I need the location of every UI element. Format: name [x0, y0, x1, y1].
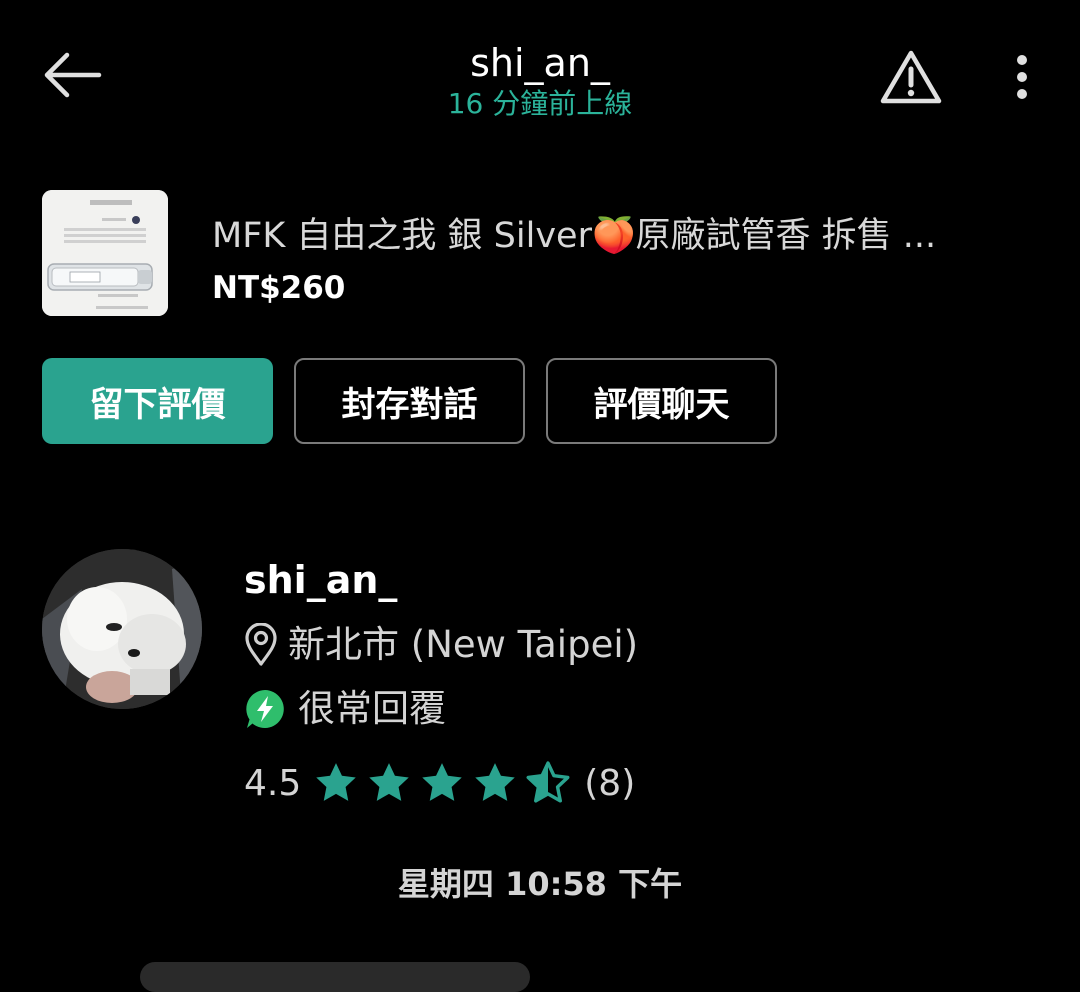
- more-options-button[interactable]: [996, 44, 1048, 110]
- report-button[interactable]: [874, 44, 948, 110]
- leave-review-button[interactable]: 留下評價: [42, 358, 273, 444]
- location-pin-icon: [245, 623, 277, 666]
- lightning-badge-icon: [246, 690, 284, 728]
- rating-value: 4.5: [244, 762, 302, 804]
- listing-title: MFK 自由之我 銀 Silver🍑原廠試管香 拆售 ...: [212, 216, 937, 256]
- listing-card[interactable]: MFK 自由之我 銀 Silver🍑原廠試管香 拆售 ... NT$260: [42, 190, 1052, 318]
- chat-header-title-block: shi_an_ 16 分鐘前上線: [240, 40, 840, 122]
- star-full-icon: [422, 763, 463, 801]
- location-text: 新北市 (New Taipei): [288, 623, 639, 666]
- back-arrow-icon: [44, 52, 102, 98]
- top-bar: shi_an_ 16 分鐘前上線: [0, 0, 1080, 150]
- star-full-icon: [369, 763, 410, 801]
- perfume-sample-image: [42, 190, 168, 316]
- message-date-divider: 星期四 10:58 下午: [397, 865, 683, 903]
- archive-chat-button[interactable]: 封存對話: [294, 358, 525, 444]
- rating-count: (8): [584, 762, 636, 804]
- listing-thumbnail: [42, 190, 168, 316]
- star-full-icon: [475, 763, 516, 801]
- star-half-icon: [526, 761, 570, 803]
- listing-price: NT$260: [212, 270, 346, 306]
- review-chat-button[interactable]: 評價聊天: [546, 358, 777, 444]
- more-vertical-icon: [1017, 55, 1027, 99]
- response-rate-text: 很常回覆: [298, 687, 446, 730]
- seller-name[interactable]: shi_an_: [244, 556, 397, 604]
- response-rate-row: 很常回覆: [244, 684, 446, 734]
- rating-row[interactable]: 4.5 (8): [244, 758, 635, 808]
- warning-icon: [880, 50, 942, 104]
- seller-avatar[interactable]: [42, 549, 202, 709]
- rating-stars: [313, 760, 578, 806]
- chat-title: shi_an_: [470, 41, 610, 85]
- location-row: 新北市 (New Taipei): [244, 620, 638, 670]
- dog-photo: [42, 549, 202, 709]
- online-status: 16 分鐘前上線: [447, 87, 633, 120]
- star-full-icon: [316, 763, 357, 801]
- back-button[interactable]: [30, 40, 114, 110]
- message-bubble-partial[interactable]: [140, 962, 530, 992]
